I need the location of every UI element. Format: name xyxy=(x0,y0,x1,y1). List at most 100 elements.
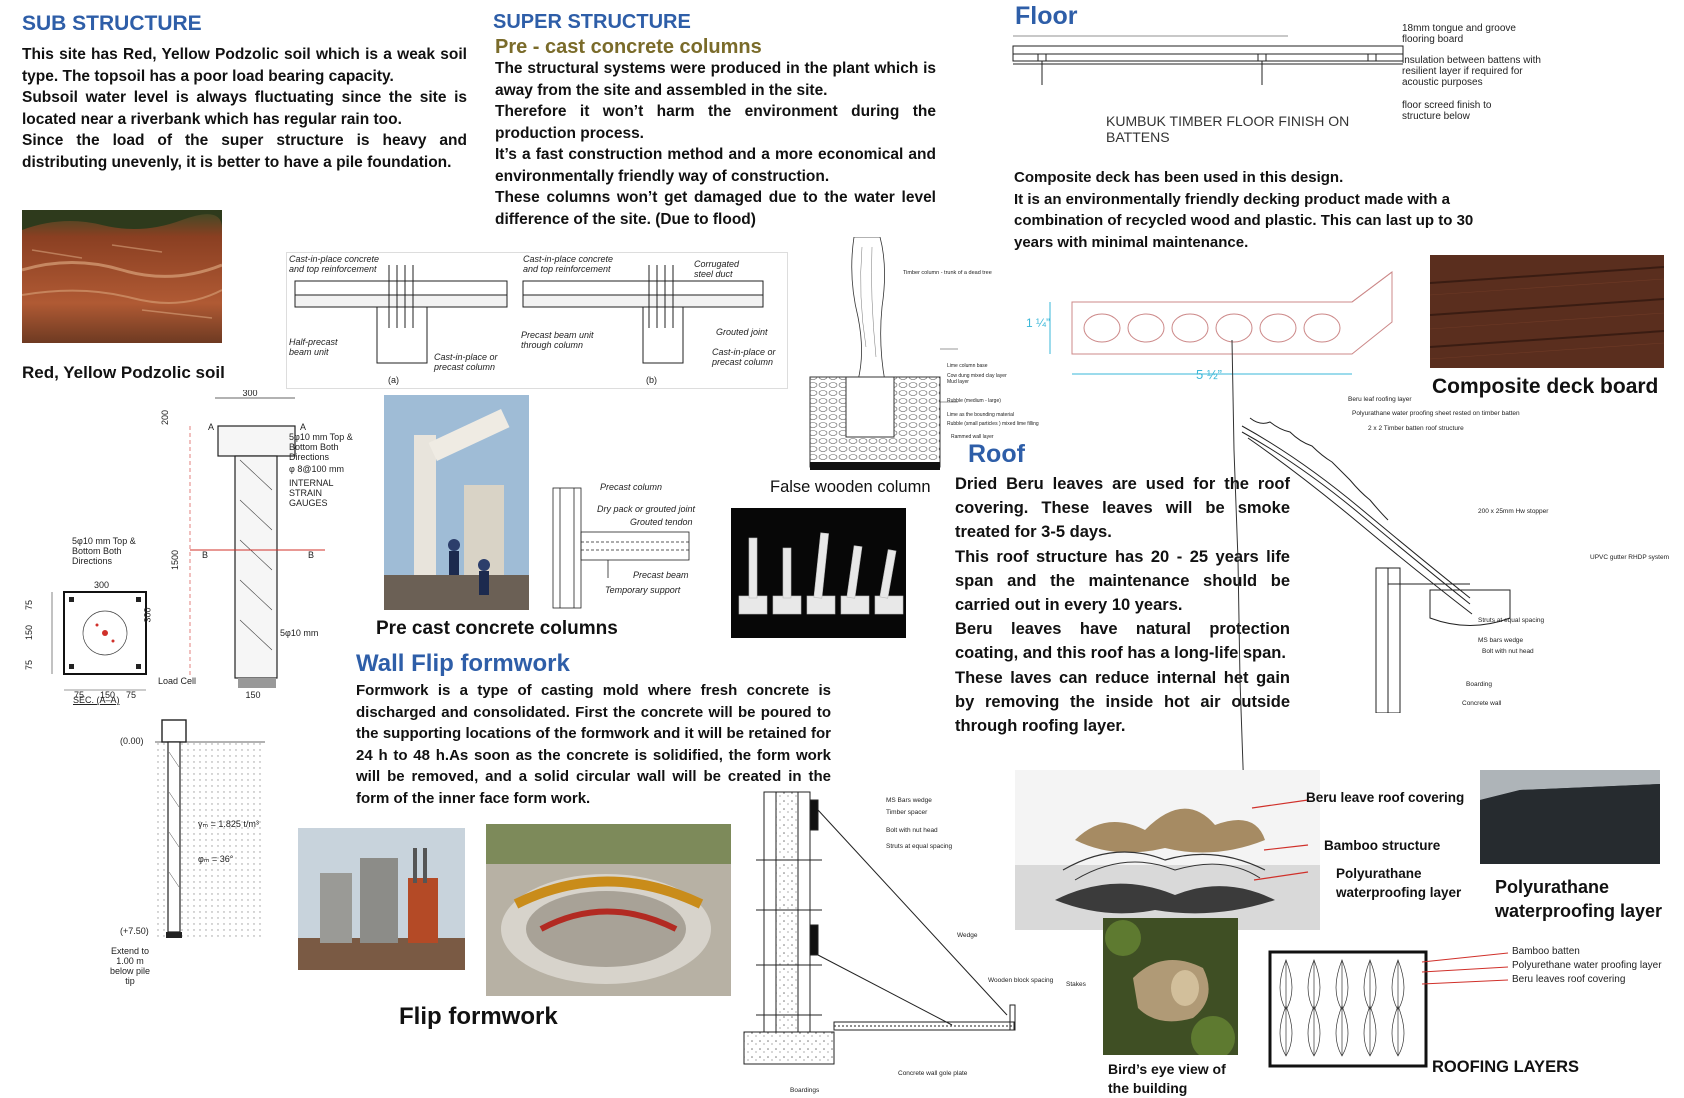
exploded-label-1: Beru leave roof covering xyxy=(1306,790,1465,805)
sub-structure-text: This site has Red, Yellow Podzolic soil … xyxy=(22,44,467,173)
formwork-label-5: Wedge xyxy=(957,932,978,939)
roof-sec-label-7: MS bars wedge xyxy=(1478,637,1524,644)
pile-ground-drawing: (0.00) (+7.50) γₘ = 1.825 t/m³ φₘ = 36° xyxy=(120,712,270,942)
roofing-layers-drawing xyxy=(1268,950,1428,1068)
roof-sec-label-5: UPVC gutter RHDP system xyxy=(1590,554,1669,561)
detail-b-label-1: Cast-in-place concrete and top reinforce… xyxy=(523,254,614,274)
floor-paragraph-2: It is an environmentally friendly deckin… xyxy=(1014,190,1474,251)
sub-paragraph-3: Since the load of the super structure is… xyxy=(22,132,467,171)
deck-dim-width: 5 ½” xyxy=(1196,367,1223,382)
roof-sec-label-6: Struts at equal spacing xyxy=(1478,617,1545,624)
floor-heading: Floor xyxy=(1015,2,1078,30)
formwork-label-9: Boardings xyxy=(790,1087,820,1094)
joint-label-1: Precast column xyxy=(600,482,663,492)
load-cell-label: Load Cell xyxy=(158,676,196,686)
section-mark-a-right: A xyxy=(300,422,306,432)
formwork-photo-2 xyxy=(486,824,731,996)
floor-note-1: 18mm tongue and groove flooring board xyxy=(1402,23,1516,45)
detail-b-label-2: Corrugated steel duct xyxy=(694,259,740,279)
pile-note-bars: 5φ10 mm Top & Bottom Both Directions xyxy=(289,432,353,462)
formwork-label-8: Concrete wall gole plate xyxy=(898,1070,968,1077)
super-paragraph-3: It’s a fast construction method and a mo… xyxy=(495,146,936,185)
sec-note: 5φ10 mm Top & Bottom Both Directions xyxy=(72,536,136,566)
sec-label: SEC. (A–A) xyxy=(73,695,120,705)
ground-level-bottom: (+7.50) xyxy=(120,926,149,936)
soil-caption: Red, Yellow Podzolic soil xyxy=(22,363,225,382)
roof-section-drawing xyxy=(1240,398,1570,714)
floor-detail-title: KUMBUK TIMBER FLOOR FINISH ON BATTENS xyxy=(1106,113,1350,145)
false-col-label-5: Rubble (medium - large) xyxy=(947,398,1001,404)
roofing-layers-caption: ROOFING LAYERS xyxy=(1432,1058,1579,1076)
formwork-label-1: MS Bars wedge xyxy=(886,797,932,804)
false-col-label-6: Lime as the bounding material xyxy=(947,412,1014,418)
sec-v150: 150 xyxy=(24,625,34,640)
joint-label-2: Dry pack or grouted joint xyxy=(597,504,696,514)
joint-label-3: Grouted tendon xyxy=(630,517,693,527)
roofing-layer-label-3: Beru leaves roof covering xyxy=(1512,974,1626,985)
joint-label-5: Temporary support xyxy=(605,585,681,595)
sub-paragraph-1: This site has Red, Yellow Podzolic soil … xyxy=(22,46,467,85)
soil-photo xyxy=(22,210,222,343)
floor-text: Composite deck has been used in this des… xyxy=(1014,167,1490,253)
false-col-caption: False wooden column xyxy=(770,478,931,496)
floor-paragraph-1: Composite deck has been used in this des… xyxy=(1014,169,1344,186)
pile-note-stirrup: φ 8@100 mm xyxy=(289,464,344,474)
pile-dim-200: 200 xyxy=(160,410,170,425)
formwork-label-6: Wooden block spacing xyxy=(988,977,1054,984)
roofing-layers-arrows xyxy=(1421,952,1509,985)
formwork-label-7: Stakes xyxy=(1066,981,1086,988)
detail-b-label-5: Cast-in-place or precast column xyxy=(712,347,776,367)
super-paragraph-4: These columns won’t get damaged due to t… xyxy=(495,189,936,228)
roof-heading: Roof xyxy=(968,440,1025,468)
section-mark-b-left: B xyxy=(202,550,208,560)
section-mark-a-left: A xyxy=(208,422,214,432)
birds-eye-caption: Bird’s eye view of the building xyxy=(1108,1061,1226,1096)
formwork-label-2: Timber spacer xyxy=(886,809,928,816)
roof-sec-label-3: 2 x 2 Timber batten roof structure xyxy=(1368,425,1464,432)
floor-note-3: floor screed finish to structure below xyxy=(1402,100,1492,122)
roofing-layer-label-1: Bamboo batten xyxy=(1512,946,1580,957)
precast-columns-photo xyxy=(384,395,529,610)
polyurethane-caption: Polyurathane waterproofing layer xyxy=(1495,877,1663,921)
exploded-label-2: Bamboo structure xyxy=(1324,838,1441,853)
detail-b-label-4: Grouted joint xyxy=(716,327,768,337)
sec-300-top: 300 xyxy=(94,580,109,590)
pile-dim-150: 150 xyxy=(245,690,260,700)
sec-v75-a: 75 xyxy=(24,600,34,610)
super-structure-heading: SUPER STRUCTURE xyxy=(493,11,691,33)
roof-sec-label-9: Boarding xyxy=(1466,681,1493,688)
soil-gamma: γₘ = 1.825 t/m³ xyxy=(198,819,259,829)
detail-a-label-2: Half-precast beam unit xyxy=(289,337,338,357)
roof-sec-label-8: Bolt with nut head xyxy=(1482,648,1534,655)
formwork-photo-1 xyxy=(298,828,465,970)
super-paragraph-2: Therefore it won’t harm the environment … xyxy=(495,103,936,142)
section-mark-b-right: B xyxy=(308,550,314,560)
sub-structure-heading: SUB STRUCTURE xyxy=(22,12,202,35)
polyurethane-photo xyxy=(1480,770,1660,864)
pile-dim-1500: 1500 xyxy=(170,550,180,570)
formwork-section-drawing xyxy=(742,790,1042,1090)
roof-sec-label-1: Beru leaf roofing layer xyxy=(1348,396,1412,403)
exploded-label-3: Polyurathane waterproofing layer xyxy=(1336,866,1462,900)
column-models-photo xyxy=(731,508,906,638)
precast-subheading: Pre - cast concrete columns xyxy=(495,36,762,58)
super-paragraph-1: The structural systems were produced in … xyxy=(495,60,936,99)
formwork-label-4: Struts at equal spacing xyxy=(886,843,953,850)
flip-formwork-caption: Flip formwork xyxy=(399,1003,558,1030)
exploded-arrows xyxy=(1251,799,1309,881)
ground-level-top: (0.00) xyxy=(120,736,144,746)
floor-detail-drawing xyxy=(1008,30,1408,90)
pile-note-strain: INTERNAL STRAIN GAUGES xyxy=(289,478,334,508)
formwork-label-3: Bolt with nut head xyxy=(886,827,938,834)
composite-deck-photo xyxy=(1430,255,1664,368)
roofing-layer-label-2: Polyurethane water proofing layer xyxy=(1512,960,1662,971)
detail-a-label-1: Cast-in-place concrete and top reinforce… xyxy=(289,254,380,274)
deck-caption: Composite deck board xyxy=(1432,375,1659,398)
super-structure-text: The structural systems were produced in … xyxy=(495,58,936,230)
sub-paragraph-2: Subsoil water level is always fluctuatin… xyxy=(22,89,467,128)
deck-dim-height: 1 ¼” xyxy=(1026,316,1051,330)
sec-75-b: 75 xyxy=(126,690,136,700)
sec-300-side: 300 xyxy=(142,607,153,623)
false-col-label-2: Lime column base xyxy=(947,363,988,369)
detail-a-label-3: Cast-in-place or precast column xyxy=(434,352,498,372)
